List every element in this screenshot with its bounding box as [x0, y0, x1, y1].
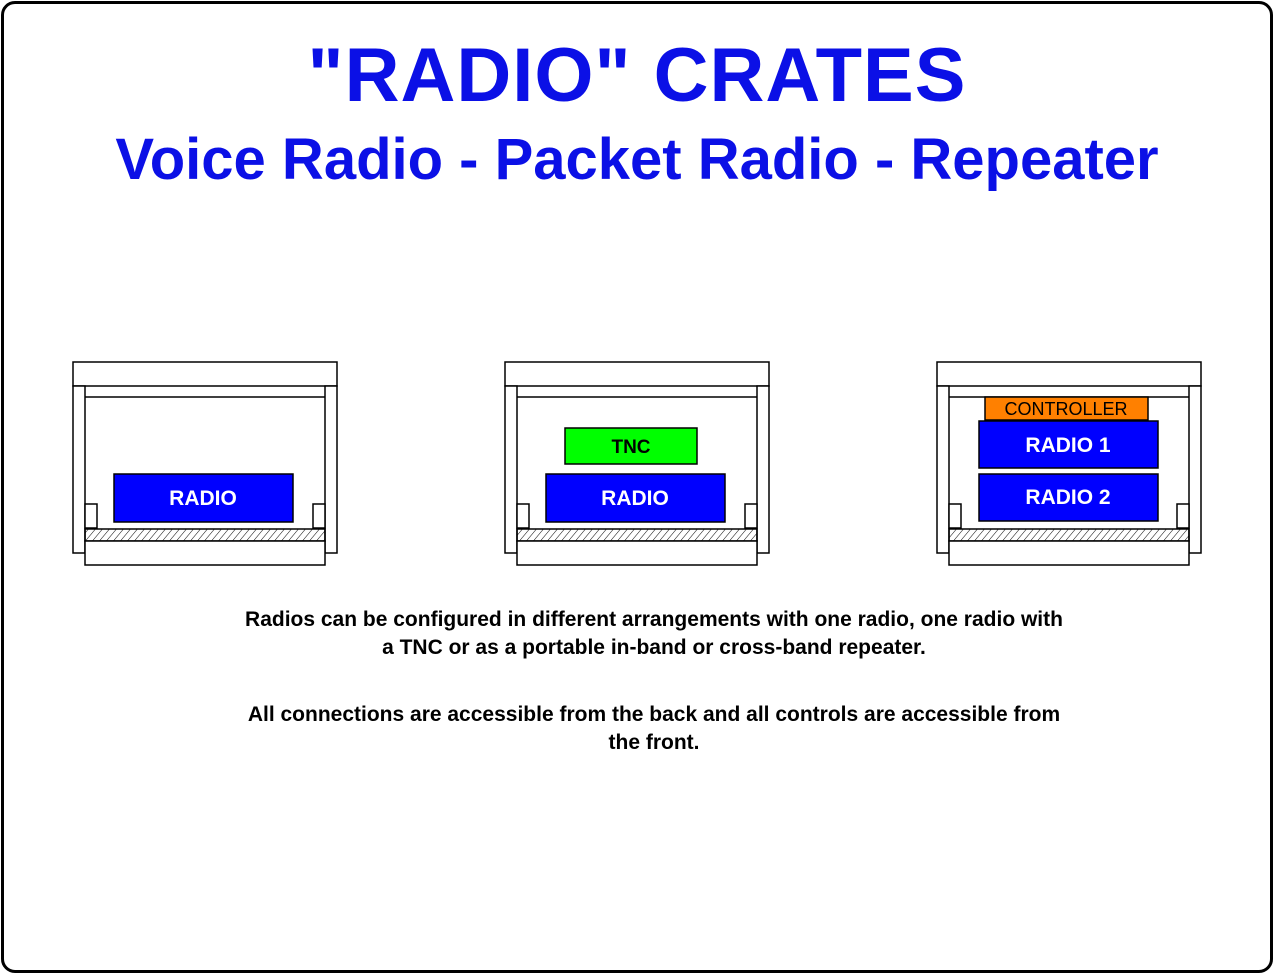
crate-1-right-wall — [324, 385, 338, 554]
crate-3-base — [948, 540, 1190, 566]
crate-3-left-wall — [936, 385, 950, 554]
radio-2-module-label: RADIO 2 — [1025, 486, 1110, 509]
crate-2-radio-module: RADIO — [545, 473, 726, 523]
crate-1-right-foot — [312, 503, 326, 529]
radio-module-label: RADIO — [601, 487, 669, 510]
tnc-module-label: TNC — [611, 437, 650, 458]
crate-3-radio-1-module: RADIO 1 — [978, 420, 1159, 469]
crate-2-right-foot — [744, 503, 758, 529]
crate-2-shelf — [516, 528, 758, 542]
caption-arrangements: Radios can be configured in different ar… — [245, 608, 1063, 659]
radio-module-label: RADIO — [169, 487, 237, 510]
crate-2-lid — [504, 361, 770, 387]
crate-3-right-foot — [1176, 503, 1190, 529]
crate-3-right-wall — [1188, 385, 1202, 554]
crate-2-left-wall — [504, 385, 518, 554]
crate-3-radio-2-module: RADIO 2 — [978, 473, 1159, 522]
crate-3-shelf — [948, 528, 1190, 542]
crate-3-left-foot — [948, 503, 962, 529]
crate-1-shelf — [84, 528, 326, 542]
radio-1-module-label: RADIO 1 — [1025, 434, 1111, 457]
crates-diagram: RADIO TNC RADIO CONTROLLER RADIO 1 RADIO… — [72, 361, 1202, 566]
crate-1-radio-module: RADIO — [113, 473, 294, 523]
crate-1-left-foot — [84, 503, 98, 529]
caption-connections: All connections are accessible from the … — [247, 703, 1061, 754]
controller-module-label: CONTROLLER — [1004, 399, 1127, 419]
crate-3-controller-module: CONTROLLER — [984, 396, 1149, 421]
crate-2-base — [516, 540, 758, 566]
crate-1 — [72, 361, 338, 566]
crate-2-tnc-module: TNC — [564, 427, 698, 465]
crate-1-left-wall — [72, 385, 86, 554]
crate-3-lid — [936, 361, 1202, 387]
crate-2-right-wall — [756, 385, 770, 554]
crate-1-lid — [72, 361, 338, 387]
crate-1-base — [84, 540, 326, 566]
crate-2-left-foot — [516, 503, 530, 529]
